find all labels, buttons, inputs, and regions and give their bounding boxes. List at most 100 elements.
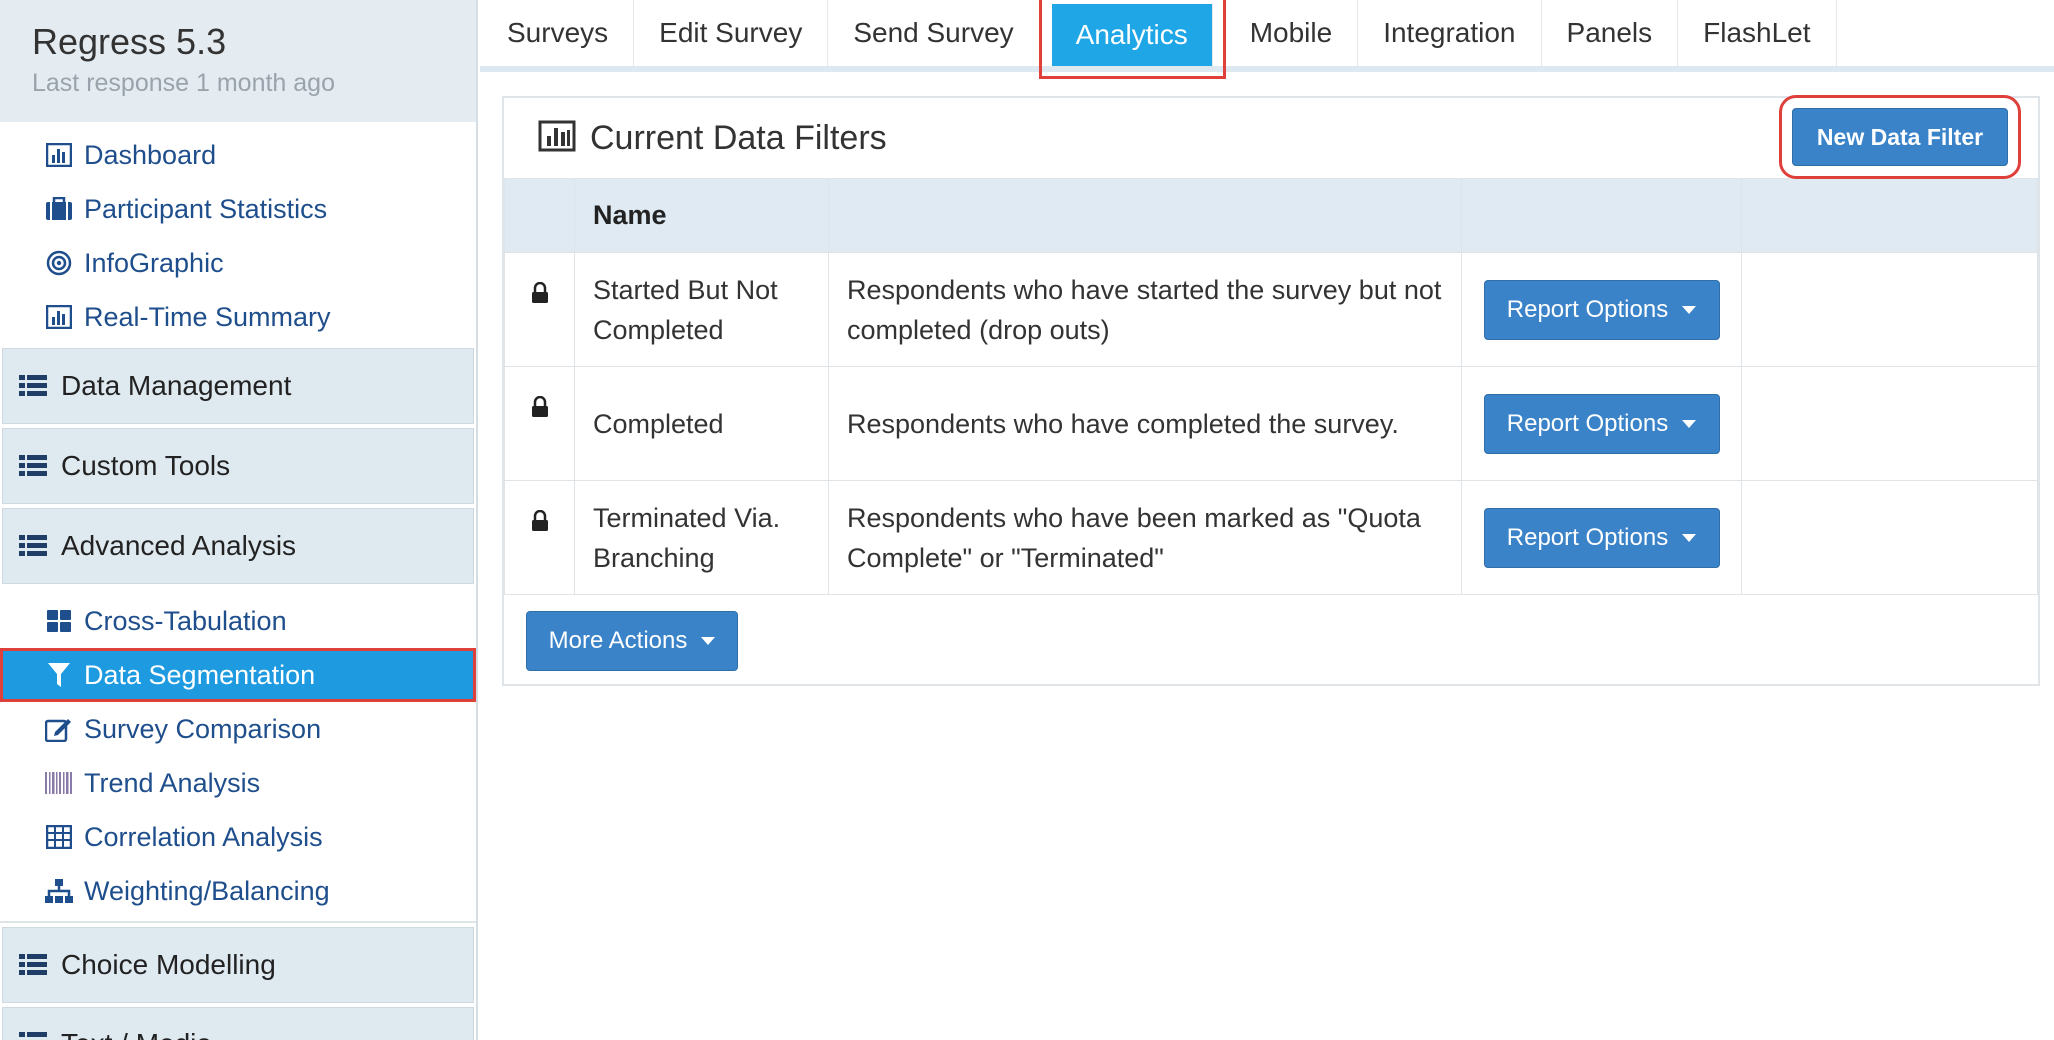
- data-filters-panel: Current Data Filters New Data Filter Nam…: [502, 95, 2040, 689]
- new-data-filter-button[interactable]: New Data Filter: [1779, 95, 2021, 179]
- description-column-header: [828, 178, 1462, 253]
- report-options-label: Report Options: [1506, 295, 1669, 323]
- caret-down-icon: [1682, 419, 1697, 428]
- report-options-button[interactable]: Report Options: [1483, 507, 1720, 568]
- report-options-button[interactable]: Report Options: [1483, 279, 1720, 340]
- section-label: Data Management: [61, 370, 292, 401]
- bar-chart-icon: [538, 120, 576, 157]
- filter-name: Completed: [574, 366, 829, 481]
- section-label: Text / Media: [61, 1028, 212, 1040]
- list-icon: [19, 1028, 49, 1040]
- filter-description: Respondents who have been marked as "Quo…: [828, 480, 1462, 595]
- report-options-label: Report Options: [1506, 409, 1669, 437]
- table-header-row: Name: [504, 178, 2038, 253]
- tab-surveys[interactable]: Surveys: [482, 0, 635, 66]
- list-icon: [19, 371, 49, 401]
- sidebar-item-correlation-analysis[interactable]: Correlation Analysis: [0, 810, 476, 864]
- section-advanced-analysis[interactable]: Advanced Analysis: [2, 508, 474, 584]
- tab-flashlet[interactable]: FlashLet: [1678, 0, 1837, 66]
- sidebar-item-label: Survey Comparison: [84, 713, 322, 744]
- caret-down-icon: [701, 637, 716, 645]
- sidebar-item-label: Dashboard: [84, 139, 217, 170]
- filter-description: Respondents who have started the survey …: [828, 252, 1462, 367]
- lock-cell: [504, 366, 575, 481]
- table-icon: [42, 820, 76, 854]
- filters-table: Name Started But Not Completed Responden…: [504, 178, 2038, 595]
- list-icon: [19, 451, 49, 481]
- list-icon: [19, 950, 49, 980]
- extra-cell: [1741, 252, 2038, 367]
- sidebar-item-label: Correlation Analysis: [84, 821, 323, 852]
- briefcase-icon: [42, 192, 76, 226]
- top-tabs: Surveys Edit Survey Send Survey Analytic…: [480, 0, 2054, 79]
- app-header: Regress 5.3 Last response 1 month ago: [0, 0, 476, 122]
- sidebar: Regress 5.3 Last response 1 month ago Da…: [0, 0, 478, 1040]
- extra-cell: [1741, 480, 2038, 595]
- extra-column-header: [1741, 178, 2038, 253]
- lock-column-header: [504, 178, 575, 253]
- divider: [0, 921, 476, 923]
- lock-cell: [504, 252, 575, 367]
- grid-icon: [42, 604, 76, 638]
- sidebar-item-label: Trend Analysis: [84, 767, 261, 798]
- tab-analytics[interactable]: Analytics: [1038, 0, 1226, 79]
- section-label: Advanced Analysis: [61, 530, 297, 561]
- sidebar-item-label: InfoGraphic: [84, 247, 224, 278]
- sidebar-item-data-segmentation[interactable]: Data Segmentation: [0, 648, 476, 702]
- edit-icon: [42, 712, 76, 746]
- panel-footer: More Actions: [504, 595, 2038, 689]
- options-column-header: [1461, 178, 1742, 253]
- sidebar-item-participant-statistics[interactable]: Participant Statistics: [0, 182, 476, 236]
- options-cell: Report Options: [1461, 366, 1742, 481]
- panel-title: Current Data Filters: [590, 118, 887, 157]
- section-text-media[interactable]: Text / Media: [2, 1007, 474, 1040]
- filter-name: Started But Not Completed: [574, 252, 829, 367]
- tab-mobile[interactable]: Mobile: [1225, 0, 1359, 66]
- more-actions-label: More Actions: [548, 627, 688, 654]
- caret-down-icon: [1682, 305, 1697, 314]
- tab-integration[interactable]: Integration: [1358, 0, 1542, 66]
- options-cell: Report Options: [1461, 252, 1742, 367]
- report-options-label: Report Options: [1506, 523, 1669, 551]
- caret-down-icon: [1682, 533, 1697, 542]
- section-custom-tools[interactable]: Custom Tools: [2, 428, 474, 504]
- table-row: Started But Not Completed Respondents wh…: [504, 252, 2038, 367]
- bar-chart-icon: [42, 138, 76, 172]
- tab-edit-survey[interactable]: Edit Survey: [634, 0, 829, 66]
- sidebar-item-dashboard[interactable]: Dashboard: [0, 128, 476, 182]
- sidebar-item-label: Real-Time Summary: [84, 301, 331, 332]
- lock-icon: [531, 280, 549, 310]
- sidebar-item-real-time-summary[interactable]: Real-Time Summary: [0, 290, 476, 344]
- sidebar-item-infographic[interactable]: InfoGraphic: [0, 236, 476, 290]
- section-label: Choice Modelling: [61, 949, 276, 980]
- sidebar-item-cross-tabulation[interactable]: Cross-Tabulation: [0, 594, 476, 648]
- sidebar-item-label: Data Segmentation: [84, 659, 316, 690]
- lock-icon: [531, 508, 549, 538]
- section-choice-modelling[interactable]: Choice Modelling: [2, 927, 474, 1003]
- section-data-management[interactable]: Data Management: [2, 348, 474, 424]
- bar-chart-icon: [42, 300, 76, 334]
- filter-name: Terminated Via. Branching: [574, 480, 829, 595]
- table-row: Completed Respondents who have completed…: [504, 366, 2038, 481]
- filter-icon: [42, 658, 76, 692]
- barcode-icon: [42, 766, 76, 800]
- panel-header: Current Data Filters New Data Filter: [504, 95, 2038, 179]
- tab-send-survey[interactable]: Send Survey: [828, 0, 1040, 66]
- sidebar-item-label: Weighting/Balancing: [84, 875, 330, 906]
- sidebar-item-survey-comparison[interactable]: Survey Comparison: [0, 702, 476, 756]
- sidebar-item-trend-analysis[interactable]: Trend Analysis: [0, 756, 476, 810]
- more-actions-button[interactable]: More Actions: [526, 611, 738, 671]
- report-options-button[interactable]: Report Options: [1483, 393, 1720, 454]
- list-icon: [19, 531, 49, 561]
- last-response-text: Last response 1 month ago: [32, 69, 335, 97]
- sidebar-item-label: Cross-Tabulation: [84, 605, 287, 636]
- options-cell: Report Options: [1461, 480, 1742, 595]
- sidebar-item-weighting-balancing[interactable]: Weighting/Balancing: [0, 864, 476, 918]
- app-title: Regress 5.3: [32, 21, 227, 62]
- target-icon: [42, 246, 76, 280]
- sitemap-icon: [42, 874, 76, 908]
- sidebar-item-label: Participant Statistics: [84, 193, 328, 224]
- lock-cell: [504, 480, 575, 595]
- tab-panels[interactable]: Panels: [1542, 0, 1679, 66]
- filter-description: Respondents who have completed the surve…: [828, 366, 1462, 481]
